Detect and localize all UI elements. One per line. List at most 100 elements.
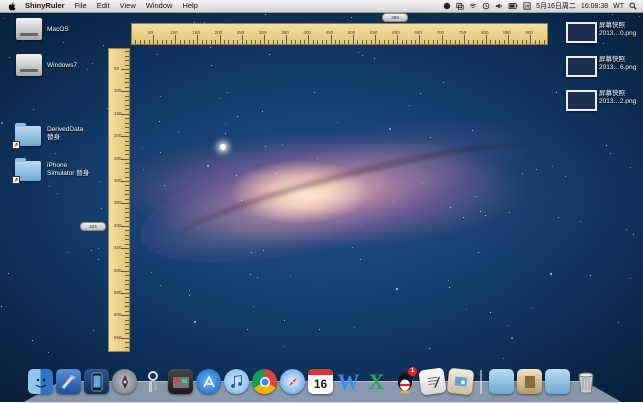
folder-alias-deriveddata[interactable]: ↗ DerivedData 替身 [12, 123, 95, 149]
spotlight-search-icon[interactable] [629, 2, 637, 10]
time-machine-icon[interactable] [482, 2, 490, 10]
app-store-icon[interactable] [196, 369, 221, 394]
dock-folder-icon[interactable] [489, 369, 514, 394]
star [639, 16, 640, 17]
star [563, 41, 564, 42]
preview-icon[interactable] [446, 367, 475, 396]
menu-window[interactable]: Window [141, 0, 178, 12]
textedit-icon[interactable] [418, 367, 447, 396]
ruler-tick [148, 40, 150, 44]
ruler-tick [210, 40, 212, 44]
ruler-tick [157, 40, 159, 44]
xcode-icon[interactable] [56, 369, 81, 394]
ruler-tick [268, 40, 270, 44]
screenshot-file-2[interactable]: 屏幕快照 2013…6.png [566, 56, 641, 77]
ruler-tick [388, 40, 390, 44]
menubar-clock[interactable]: 16:08:38 [581, 3, 608, 10]
calendar-icon[interactable]: 16 [308, 369, 333, 394]
keychain-access-icon[interactable] [140, 369, 165, 394]
volume-icon[interactable] [495, 2, 503, 10]
star [210, 47, 211, 48]
ruler-tick [125, 252, 129, 254]
menubar-date[interactable]: 5月16日周二 [536, 1, 576, 11]
ruler-tick [121, 293, 129, 294]
hard-drive-icon [16, 18, 42, 40]
vertical-ruler-label: 400 [114, 222, 122, 228]
apple-menu-icon[interactable] [8, 2, 16, 11]
star [220, 98, 221, 99]
star [160, 96, 161, 97]
ruler-tick [125, 284, 129, 286]
photo-booth-icon[interactable] [168, 369, 193, 394]
vertical-ruler-label: 100 [114, 88, 122, 94]
safari-icon[interactable] [280, 369, 305, 394]
ruler-tick [121, 158, 129, 160]
menu-file[interactable]: File [70, 0, 92, 12]
menubar-user[interactable]: WT [613, 3, 624, 10]
star [93, 330, 94, 331]
input-method-icon[interactable]: 拼 [523, 2, 531, 10]
horizontal-ruler-handle[interactable]: 399 [382, 13, 408, 22]
star [334, 211, 335, 212]
star [422, 183, 423, 184]
ruler-tick [184, 40, 186, 44]
folder-label: DerivedData [47, 126, 84, 133]
ruler-tick [125, 207, 129, 209]
battery-icon[interactable] [508, 2, 518, 10]
menu-edit[interactable]: Edit [92, 0, 115, 12]
horizontal-ruler[interactable]: 50 100 150 200 250 300 350 400 450 500 550 600 650 70… [131, 23, 548, 45]
vertical-ruler-handle[interactable]: 404 [80, 222, 106, 231]
folder-icon: ↗ [12, 123, 41, 149]
star [503, 358, 504, 359]
ruler-tick [121, 225, 129, 227]
star [475, 196, 476, 197]
mirror-display-icon[interactable] [456, 2, 464, 10]
drive-icon-macos[interactable]: MacOS [16, 18, 96, 40]
star [630, 278, 631, 279]
ruler-tick [125, 266, 129, 268]
ruler-tick [303, 40, 305, 44]
wifi-icon[interactable] [469, 2, 477, 10]
ruler-tick [125, 185, 129, 187]
wps-spreadsheet-icon[interactable]: X [364, 369, 389, 394]
qq-icon[interactable]: 1 [392, 367, 417, 394]
trash-icon[interactable] [573, 369, 598, 394]
vertical-ruler-label: 250 [114, 155, 122, 161]
menu-help[interactable]: Help [177, 0, 202, 12]
screenshot-file-3[interactable]: 屏幕快照 2013…2.png [566, 90, 641, 111]
screenshot-file-1[interactable]: 屏幕快照 2013…0.png [566, 22, 641, 43]
star [269, 54, 270, 55]
launchpad-icon[interactable] [112, 369, 137, 394]
dock-photos-stack-icon[interactable] [517, 369, 542, 394]
wps-writer-icon[interactable]: W [336, 369, 361, 394]
folder-alias-iphone-simulator[interactable]: ↗ iPhone Simulator 替身 [12, 158, 95, 184]
ruler-tick [494, 40, 496, 44]
star [1, 306, 2, 307]
drive-icon-windows7[interactable]: Windows7 [16, 54, 96, 76]
star [509, 212, 510, 213]
ruler-tick [277, 40, 279, 44]
star [225, 133, 226, 134]
star [4, 18, 5, 19]
ruler-tick [121, 337, 129, 339]
ruler-tick [450, 40, 452, 44]
qq-status-icon[interactable] [443, 2, 451, 10]
star [91, 250, 92, 251]
iphone-simulator-icon[interactable] [84, 369, 109, 394]
ruler-tick [125, 297, 129, 299]
star [211, 65, 212, 66]
menu-view[interactable]: View [115, 0, 141, 12]
itunes-icon[interactable] [224, 369, 249, 394]
star [189, 290, 190, 291]
vertical-ruler-label: 450 [114, 245, 122, 251]
menu-app-name[interactable]: ShinyRuler [20, 0, 70, 12]
star [253, 306, 254, 307]
horizontal-ruler-label: 250 [236, 30, 245, 35]
ruler-tick [281, 40, 283, 44]
documents-folder-icon[interactable] [545, 369, 570, 394]
vertical-ruler[interactable]: 50 100 150 200 250 300 350 400 450 500 550 600 650 [108, 48, 130, 352]
vertical-ruler-label: 300 [114, 178, 122, 183]
chrome-icon[interactable] [252, 369, 277, 394]
finder-icon[interactable] [28, 369, 53, 394]
ruler-tick [125, 212, 129, 214]
